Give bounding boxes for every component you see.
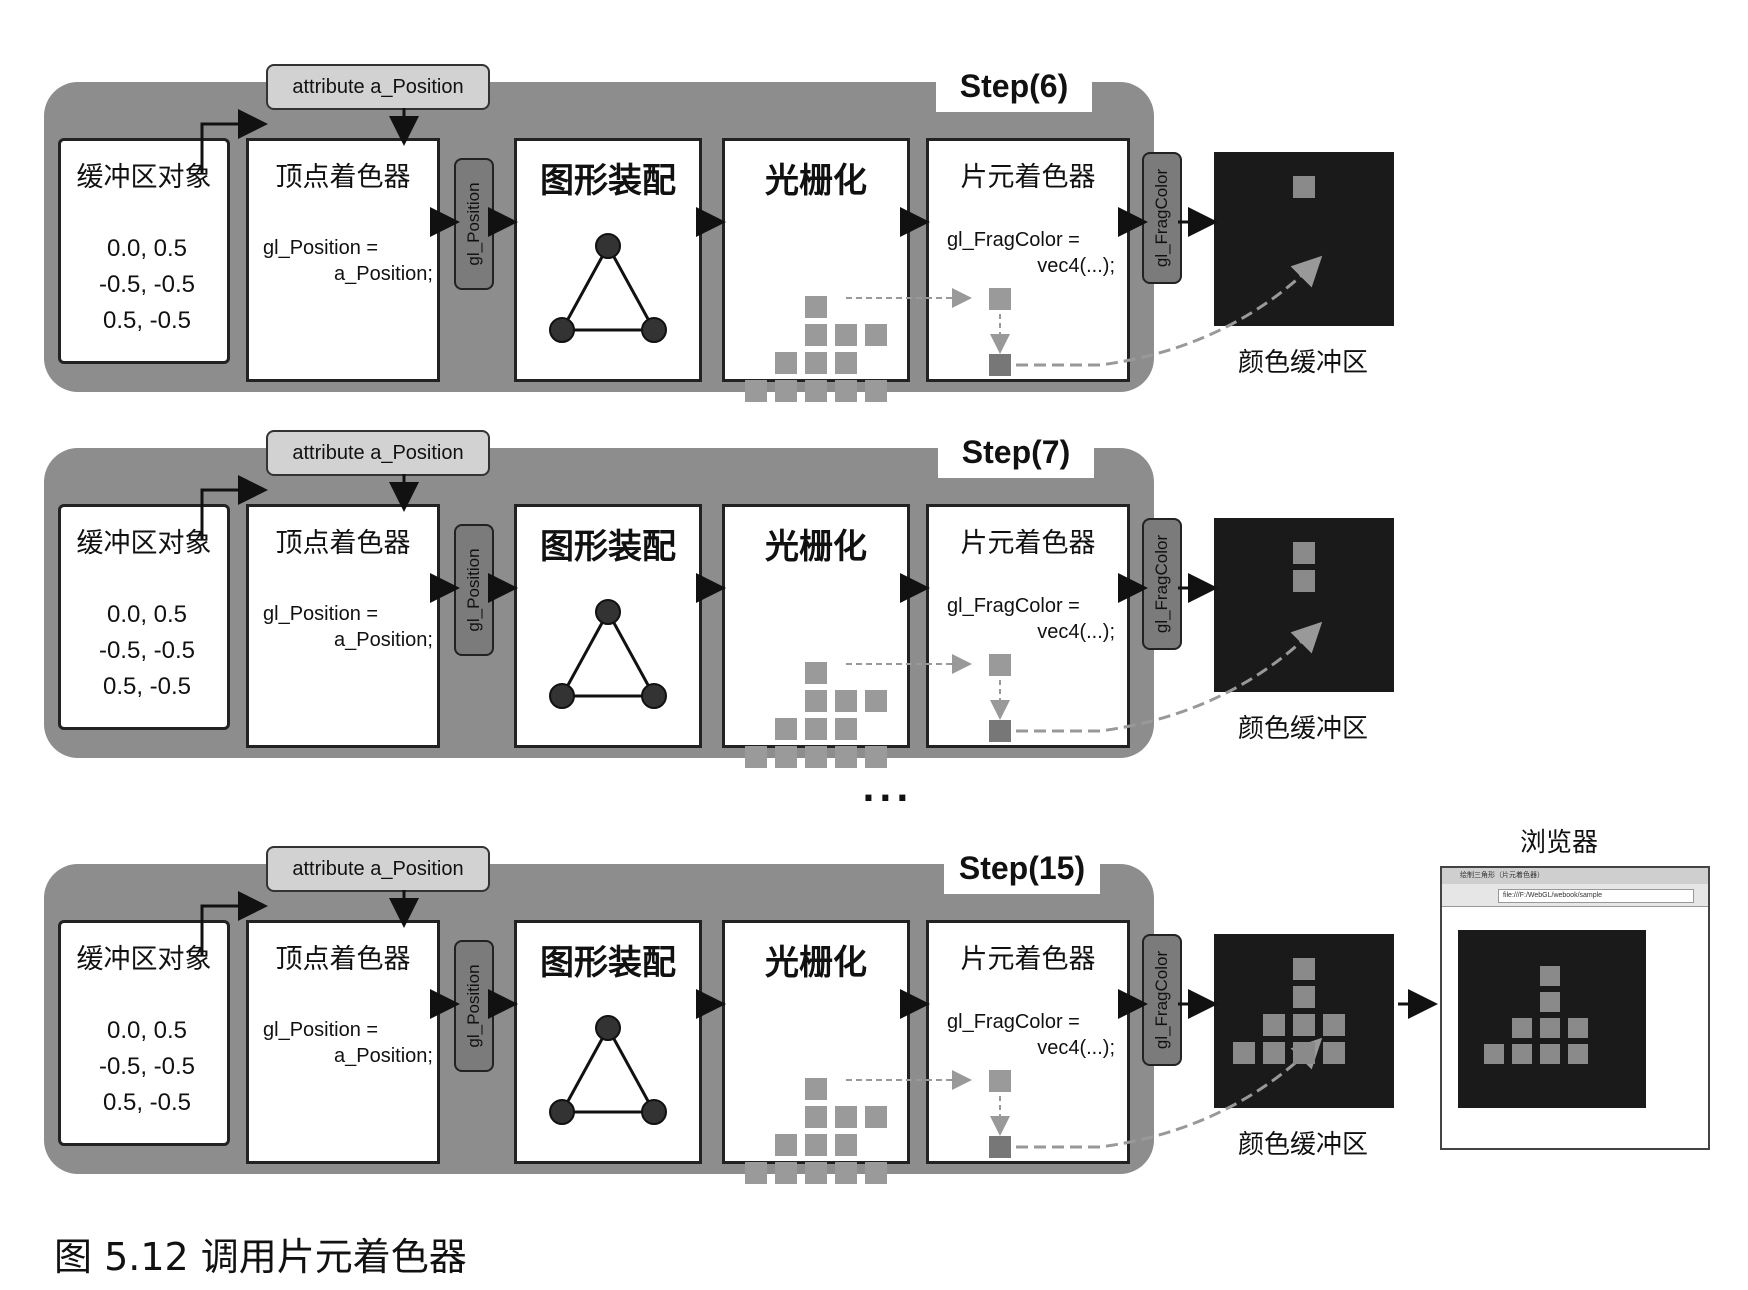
raster-fragment xyxy=(865,1162,887,1184)
raster-fragment xyxy=(835,380,857,402)
fs-output-fragment xyxy=(989,720,1011,742)
vertex-dot xyxy=(595,233,621,259)
vertex-dot xyxy=(549,317,575,343)
browser-fragment xyxy=(1512,1044,1532,1064)
color-buffer-fragment xyxy=(1293,986,1315,1008)
dashed-arrow-to-color-buffer xyxy=(1016,621,1323,733)
arrow-buffer-to-attribute xyxy=(200,475,268,540)
arrow-buffer-to-attribute xyxy=(200,891,268,956)
raster-fragment xyxy=(865,746,887,768)
raster-fragment xyxy=(865,1106,887,1128)
raster-fragment xyxy=(835,746,857,768)
dashed-arrow-to-color-buffer xyxy=(1016,255,1323,367)
raster-fragment xyxy=(835,352,857,374)
browser-fragment xyxy=(1540,966,1560,986)
color-buffer-fragment xyxy=(1293,570,1315,592)
color-buffer-fragment xyxy=(1293,542,1315,564)
color-buffer-fragment xyxy=(1293,176,1315,198)
browser-fragment xyxy=(1568,1044,1588,1064)
raster-fragment xyxy=(835,1106,857,1128)
raster-fragment xyxy=(775,380,797,402)
color-buffer-fragment xyxy=(1293,958,1315,980)
raster-fragment xyxy=(835,1162,857,1184)
vertex-dot xyxy=(595,599,621,625)
raster-fragment xyxy=(805,1106,827,1128)
color-buffer-fragment xyxy=(1293,1042,1315,1064)
color-buffer-fragment xyxy=(1263,1042,1285,1064)
raster-fragment xyxy=(865,324,887,346)
fs-input-fragment xyxy=(989,1070,1011,1092)
raster-fragment xyxy=(835,1134,857,1156)
raster-fragment xyxy=(775,352,797,374)
color-buffer-fragment xyxy=(1233,1042,1255,1064)
vertex-dot xyxy=(549,1099,575,1125)
raster-fragment xyxy=(835,324,857,346)
vertex-dot xyxy=(549,683,575,709)
raster-fragment xyxy=(805,352,827,374)
vertex-dot xyxy=(595,1015,621,1041)
vertex-dot xyxy=(641,1099,667,1125)
browser-fragment xyxy=(1512,1018,1532,1038)
raster-fragment xyxy=(805,746,827,768)
vertex-dot xyxy=(641,683,667,709)
raster-fragment xyxy=(805,662,827,684)
fs-input-fragment xyxy=(989,654,1011,676)
fs-input-fragment xyxy=(989,288,1011,310)
color-buffer-fragment xyxy=(1293,1014,1315,1036)
browser-fragment xyxy=(1540,992,1560,1012)
raster-fragment xyxy=(745,1162,767,1184)
raster-fragment xyxy=(805,296,827,318)
vertex-dot xyxy=(641,317,667,343)
raster-fragment xyxy=(745,746,767,768)
raster-fragment xyxy=(805,324,827,346)
color-buffer-fragment xyxy=(1323,1042,1345,1064)
raster-fragment xyxy=(835,718,857,740)
diagram-connectors xyxy=(200,108,1588,1184)
color-buffer-fragment xyxy=(1263,1014,1285,1036)
raster-fragment xyxy=(775,718,797,740)
raster-fragment xyxy=(745,380,767,402)
browser-fragment xyxy=(1484,1044,1504,1064)
fs-output-fragment xyxy=(989,1136,1011,1158)
raster-fragment xyxy=(805,1134,827,1156)
raster-fragment xyxy=(805,1162,827,1184)
raster-fragment xyxy=(775,1162,797,1184)
color-buffer-fragment xyxy=(1323,1014,1345,1036)
fs-output-fragment xyxy=(989,354,1011,376)
raster-fragment xyxy=(805,718,827,740)
raster-fragment xyxy=(775,746,797,768)
browser-fragment xyxy=(1568,1018,1588,1038)
browser-fragment xyxy=(1540,1044,1560,1064)
browser-fragment xyxy=(1540,1018,1560,1038)
raster-fragment xyxy=(805,690,827,712)
raster-fragment xyxy=(805,1078,827,1100)
raster-fragment xyxy=(865,690,887,712)
raster-fragment xyxy=(865,380,887,402)
arrow-buffer-to-attribute xyxy=(200,109,268,174)
raster-fragment xyxy=(835,690,857,712)
raster-fragment xyxy=(805,380,827,402)
raster-fragment xyxy=(775,1134,797,1156)
